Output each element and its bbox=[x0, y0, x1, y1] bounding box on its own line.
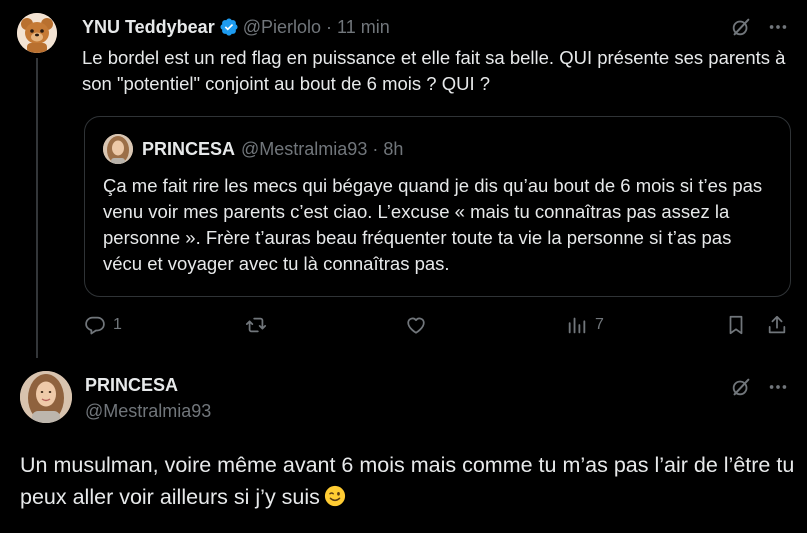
tweet-header: YNU Teddybear @Pierlolo · 11 min bbox=[82, 15, 390, 39]
author-handle[interactable]: @Pierlolo bbox=[243, 17, 321, 38]
views-button[interactable]: 7 bbox=[566, 314, 604, 336]
timeline: YNU Teddybear @Pierlolo · 11 min Le bord… bbox=[0, 0, 807, 533]
retweet-icon bbox=[245, 317, 267, 333]
views-icon bbox=[568, 317, 586, 334]
tweet-top-actions bbox=[730, 16, 789, 38]
retweet-button[interactable] bbox=[245, 314, 267, 336]
avatar-princesa[interactable] bbox=[20, 371, 72, 423]
winking-face-emoji bbox=[324, 485, 346, 507]
reply-text: Un musulman, voire même avant 6 mois mai… bbox=[20, 453, 795, 509]
bookmark-button[interactable] bbox=[725, 314, 747, 336]
reply-author-handle[interactable]: @Mestralmia93 bbox=[85, 401, 211, 422]
author-name[interactable]: YNU Teddybear bbox=[82, 17, 215, 38]
avatar-princesa[interactable] bbox=[103, 134, 133, 164]
quote-text: Ça me fait rire les mecs qui bégaye quan… bbox=[103, 175, 763, 274]
reply-text-container: Un musulman, voire même avant 6 mois mai… bbox=[20, 449, 800, 513]
reply-icon bbox=[85, 316, 105, 335]
reply-button[interactable]: 1 bbox=[84, 314, 122, 336]
avatar-teddybear[interactable] bbox=[17, 13, 57, 53]
separator-dot: · bbox=[326, 16, 333, 37]
bookmark-icon bbox=[729, 315, 743, 335]
reply-top-actions bbox=[730, 376, 789, 398]
quote-header: PRINCESA @Mestralmia93 · 8h bbox=[142, 137, 403, 161]
quote-author-handle[interactable]: @Mestralmia93 bbox=[241, 139, 367, 160]
verified-badge-icon bbox=[220, 18, 238, 36]
tweet[interactable]: YNU Teddybear @Pierlolo · 11 min Le bord… bbox=[0, 0, 807, 358]
timestamp[interactable]: 11 min bbox=[337, 17, 390, 38]
quote-timestamp[interactable]: 8h bbox=[383, 139, 403, 160]
quoted-tweet[interactable]: PRINCESA @Mestralmia93 · 8h Ça me fait r… bbox=[84, 116, 791, 297]
grok-icon[interactable] bbox=[730, 376, 752, 398]
more-icon[interactable] bbox=[767, 16, 789, 38]
like-button[interactable] bbox=[405, 314, 427, 336]
separator-dot: · bbox=[372, 138, 379, 159]
more-icon[interactable] bbox=[767, 376, 789, 398]
reply-author-name[interactable]: PRINCESA bbox=[85, 375, 178, 396]
tweet-action-bar: 1 7 bbox=[84, 314, 794, 340]
like-icon bbox=[407, 317, 425, 334]
grok-icon[interactable] bbox=[730, 16, 752, 38]
thread-connector-line bbox=[36, 58, 38, 358]
share-button[interactable] bbox=[766, 314, 788, 336]
views-count: 7 bbox=[595, 316, 604, 333]
quote-author-name[interactable]: PRINCESA bbox=[142, 139, 235, 160]
share-icon bbox=[768, 315, 786, 334]
reply-count: 1 bbox=[113, 316, 122, 333]
tweet-text: Le bordel est un red flag en puissance e… bbox=[82, 47, 786, 94]
